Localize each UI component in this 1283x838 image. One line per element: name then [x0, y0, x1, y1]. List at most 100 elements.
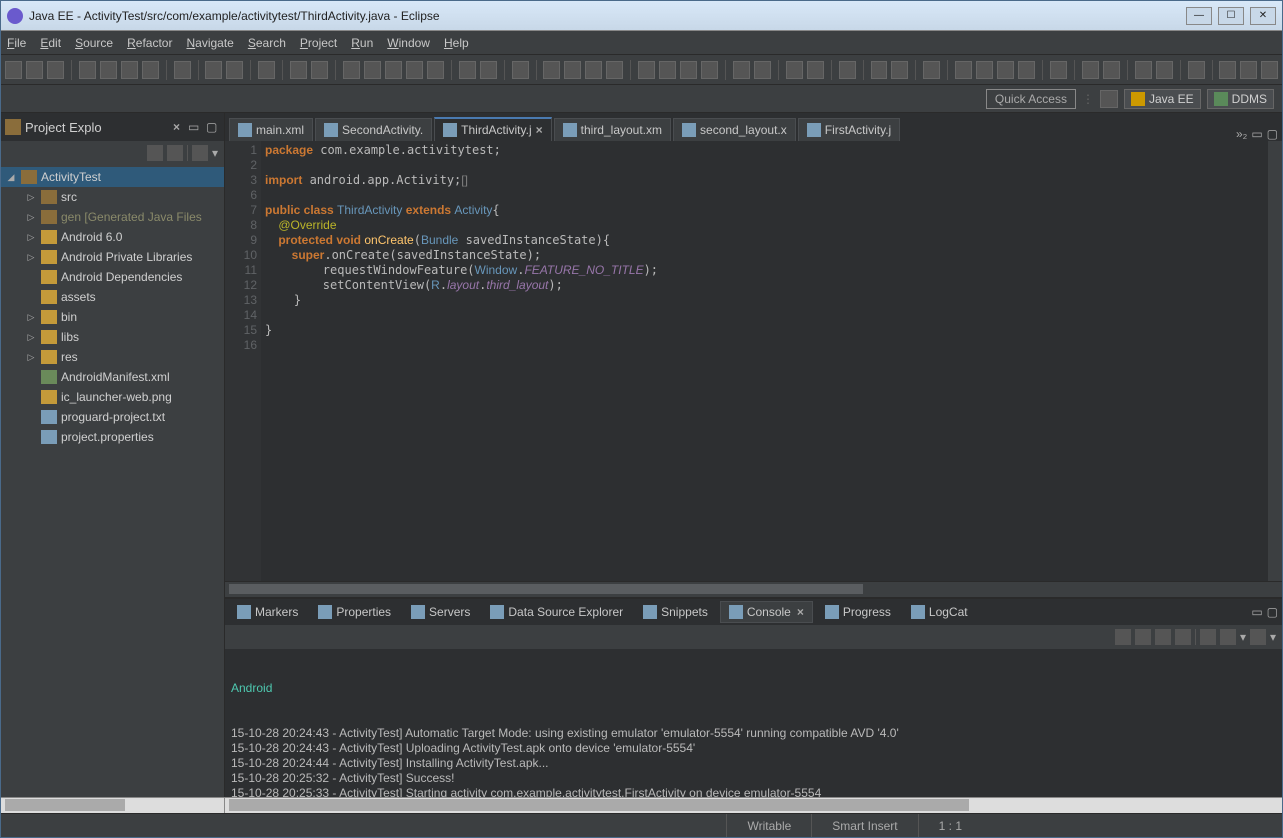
menu-help[interactable]: Help — [444, 36, 469, 50]
tree-item[interactable]: ▷libs — [1, 327, 224, 347]
scroll-thumb[interactable] — [229, 584, 863, 594]
toolbar-button[interactable] — [121, 61, 138, 79]
toolbar-button[interactable] — [459, 61, 476, 79]
expand-arrow-icon[interactable]: ◢ — [5, 172, 17, 183]
toolbar-button[interactable] — [839, 61, 856, 79]
toolbar-button[interactable] — [871, 61, 888, 79]
menu-window[interactable]: Window — [387, 36, 430, 50]
bottom-tab-snippets[interactable]: Snippets — [635, 602, 716, 622]
toolbar-button[interactable] — [955, 61, 972, 79]
toolbar-button[interactable] — [226, 61, 243, 79]
open-perspective-button[interactable] — [1100, 90, 1118, 108]
toolbar-button[interactable] — [701, 61, 718, 79]
code-editor[interactable]: 123678910111213141516 package com.exampl… — [225, 141, 1282, 581]
tree-item[interactable]: ic_launcher-web.png — [1, 387, 224, 407]
toolbar-button[interactable] — [79, 61, 96, 79]
editor-hscrollbar[interactable] — [225, 581, 1282, 597]
bottom-tab-progress[interactable]: Progress — [817, 602, 899, 622]
menu-project[interactable]: Project — [300, 36, 337, 50]
bottom-tab-markers[interactable]: Markers — [229, 602, 306, 622]
editor-tab[interactable]: main.xml — [229, 118, 313, 141]
perspective-ddms[interactable]: DDMS — [1207, 89, 1274, 109]
titlebar[interactable]: Java EE - ActivityTest/src/com/example/a… — [1, 1, 1282, 31]
collapse-all-icon[interactable] — [147, 145, 163, 161]
tree-item[interactable]: proguard-project.txt — [1, 407, 224, 427]
tree-item[interactable]: ▷Android 6.0 — [1, 227, 224, 247]
view-maximize-icon[interactable]: ▢ — [206, 120, 220, 134]
toolbar-button[interactable] — [807, 61, 824, 79]
toolbar-button[interactable] — [100, 61, 117, 79]
toolbar-button[interactable] — [786, 61, 803, 79]
menu-file[interactable]: File — [7, 36, 26, 50]
toolbar-button[interactable] — [564, 61, 581, 79]
tree-item[interactable]: AndroidManifest.xml — [1, 367, 224, 387]
console-pin-icon[interactable] — [1115, 629, 1131, 645]
tree-item[interactable]: project.properties — [1, 427, 224, 447]
toolbar-button[interactable] — [638, 61, 655, 79]
editor-tab[interactable]: FirstActivity.j — [798, 118, 900, 141]
toolbar-button[interactable] — [1135, 61, 1152, 79]
tree-item[interactable]: ▷Android Private Libraries — [1, 247, 224, 267]
tree-root[interactable]: ◢ ActivityTest — [1, 167, 224, 187]
console-clear-icon[interactable] — [1155, 629, 1171, 645]
toolbar-button[interactable] — [1261, 61, 1278, 79]
bottom-tab-logcat[interactable]: LogCat — [903, 602, 976, 622]
toolbar-button[interactable] — [343, 61, 360, 79]
toolbar-button[interactable] — [754, 61, 771, 79]
editor-maximize-icon[interactable]: ▢ — [1267, 127, 1278, 141]
expand-arrow-icon[interactable]: ▷ — [25, 252, 37, 263]
toolbar-button[interactable] — [427, 61, 444, 79]
toolbar-button[interactable] — [512, 61, 529, 79]
link-editor-icon[interactable] — [167, 145, 183, 161]
expand-arrow-icon[interactable]: ▷ — [25, 232, 37, 243]
toolbar-button[interactable] — [364, 61, 381, 79]
toolbar-button[interactable] — [606, 61, 623, 79]
toolbar-button[interactable] — [976, 61, 993, 79]
console-menu-icon[interactable]: ▾ — [1240, 630, 1246, 644]
console-open-icon[interactable] — [1250, 629, 1266, 645]
console-remove-all-icon[interactable] — [1220, 629, 1236, 645]
quick-access[interactable]: Quick Access — [986, 89, 1076, 109]
view-menu-icon[interactable] — [192, 145, 208, 161]
bottom-tab-properties[interactable]: Properties — [310, 602, 399, 622]
tree-item[interactable]: ▷gen [Generated Java Files — [1, 207, 224, 227]
toolbar-button[interactable] — [891, 61, 908, 79]
scroll-thumb[interactable] — [5, 799, 125, 811]
toolbar-button[interactable] — [1082, 61, 1099, 79]
menu-refactor[interactable]: Refactor — [127, 36, 172, 50]
toolbar-button[interactable] — [142, 61, 159, 79]
toolbar-button[interactable] — [5, 61, 22, 79]
toolbar-button[interactable] — [1018, 61, 1035, 79]
tab-close-icon[interactable]: × — [795, 605, 804, 619]
editor-tab[interactable]: second_layout.x — [673, 118, 796, 141]
editor-tab[interactable]: SecondActivity. — [315, 118, 432, 141]
toolbar-button[interactable] — [1156, 61, 1173, 79]
toolbar-button[interactable] — [659, 61, 676, 79]
tab-close-icon[interactable]: × — [536, 123, 543, 137]
menu-search[interactable]: Search — [248, 36, 286, 50]
editor-minimize-icon[interactable]: ▭ — [1251, 127, 1262, 141]
bottom-tab-data-source-explorer[interactable]: Data Source Explorer — [482, 602, 631, 622]
toolbar-button[interactable] — [205, 61, 222, 79]
editor-tab[interactable]: third_layout.xm — [554, 118, 671, 141]
toolbar-button[interactable] — [680, 61, 697, 79]
bottom-tab-console[interactable]: Console× — [720, 601, 813, 623]
editor-vscrollbar[interactable] — [1268, 141, 1282, 581]
toolbar-button[interactable] — [258, 61, 275, 79]
bottom-tab-servers[interactable]: Servers — [403, 602, 478, 622]
tab-overflow-icon[interactable]: »₂ — [1236, 127, 1247, 141]
minimize-button[interactable]: — — [1186, 7, 1212, 25]
project-tree[interactable]: ◢ ActivityTest ▷src▷gen [Generated Java … — [1, 165, 224, 797]
expand-arrow-icon[interactable]: ▷ — [25, 192, 37, 203]
toolbar-button[interactable] — [26, 61, 43, 79]
tree-item[interactable]: ▷res — [1, 347, 224, 367]
expand-arrow-icon[interactable]: ▷ — [25, 332, 37, 343]
toolbar-button[interactable] — [385, 61, 402, 79]
toolbar-button[interactable] — [733, 61, 750, 79]
bottom-hscroll-left[interactable] — [1, 797, 1282, 813]
toolbar-button[interactable] — [1103, 61, 1120, 79]
perspective-javaee[interactable]: Java EE — [1124, 89, 1201, 109]
menu-edit[interactable]: Edit — [40, 36, 61, 50]
toolbar-button[interactable] — [1188, 61, 1205, 79]
view-maximize-icon[interactable]: ▢ — [1267, 605, 1278, 619]
